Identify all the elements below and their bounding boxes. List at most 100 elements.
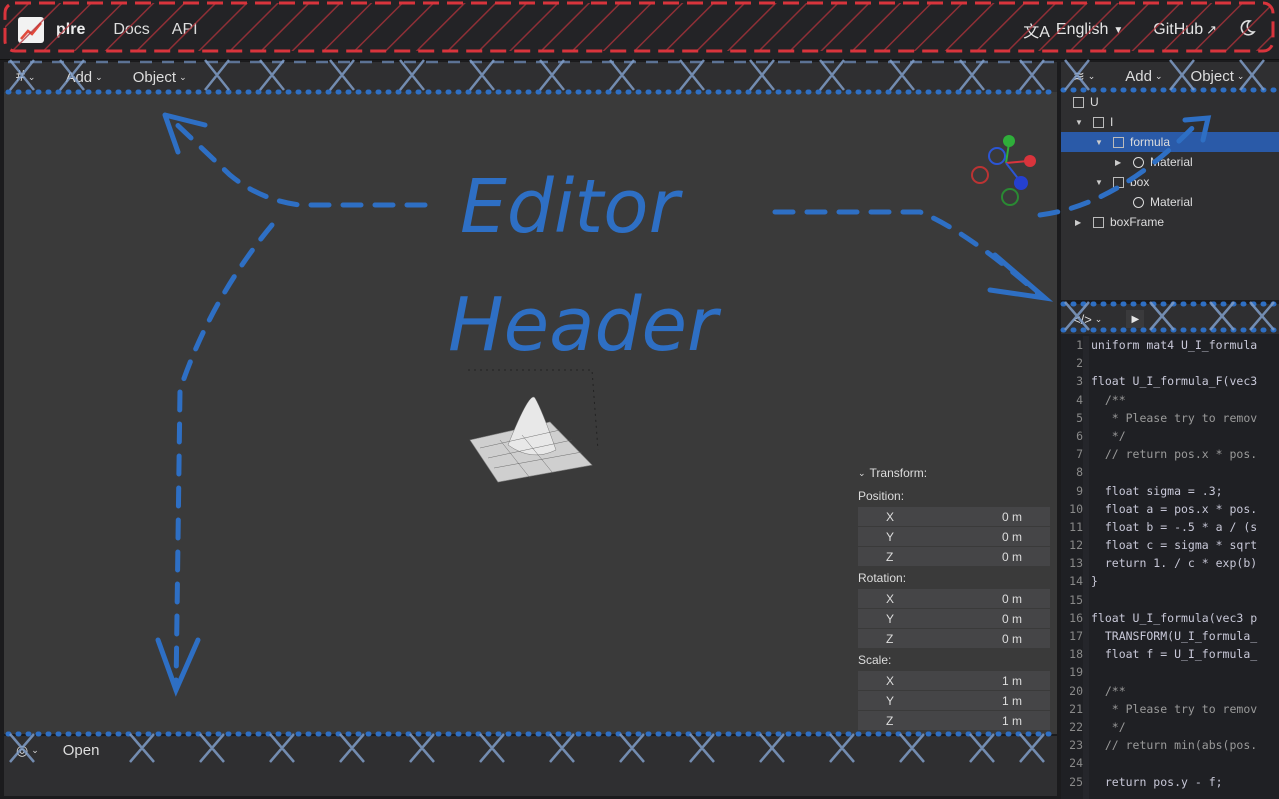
scale-label: Scale: [858,653,892,667]
code-line: 23 // return min(abs(pos. [1061,736,1279,754]
tree-item-label: U [1090,95,1099,109]
object-menu[interactable]: Object ⌄ [133,69,187,86]
language-selector[interactable]: 文A English ▼ [1023,18,1123,42]
position-x-field[interactable]: X 0 m [858,507,1050,526]
add-menu[interactable]: Add ⌄ [65,69,102,86]
rotation-z-field[interactable]: Z 0 m [858,629,1050,648]
chevron-down-icon[interactable]: ▼ [1075,118,1085,127]
logo-icon[interactable] [18,16,44,43]
code-text: TRANSFORM(U_I_formula_ [1091,629,1258,643]
nav-api-link[interactable]: API [172,21,198,39]
code-text: float a = pos.x * pos. [1091,501,1258,516]
line-number: 7 [1076,447,1083,462]
axis-label: Y [886,693,895,708]
chevron-right-icon[interactable]: ▶ [1075,218,1085,227]
editor-type-selector[interactable]: ≋ ⌄ [1073,68,1095,85]
object-icon [1113,176,1124,188]
position-y-field[interactable]: Y 0 m [858,527,1050,546]
tree-item[interactable]: ▼ I [1061,112,1279,132]
chevron-right-icon[interactable]: ▶ [1115,158,1125,167]
tree-item-label: I [1110,115,1114,129]
code-line: 12 float c = sigma * sqrt [1061,536,1279,554]
field-value: 0 m [1001,631,1022,646]
dark-mode-toggle[interactable] [1237,18,1257,43]
scale-x-field[interactable]: X 1 m [858,671,1050,690]
editor-type-selector[interactable]: ◎ ⌄ [16,742,39,759]
position-z-field[interactable]: Z 0 m [858,547,1050,566]
tree-item[interactable]: ▼ formula [1061,132,1279,152]
axis-label: X [886,509,895,524]
axis-label: Z [886,631,894,646]
play-icon: ▶ [1131,313,1140,325]
tree-item[interactable]: ▼ box [1061,172,1279,192]
chevron-down-icon: ⌄ [179,71,187,82]
chevron-down-icon[interactable]: ▼ [1095,178,1105,187]
code-editor[interactable]: 1 uniform mat4 U_I_formula 2 3 float U_I_for… [1061,336,1279,799]
line-number: 18 [1069,647,1083,662]
field-value: 1 m [1001,673,1022,688]
chevron-down-icon: ▼ [1113,24,1124,36]
run-button[interactable]: ▶ [1126,310,1145,328]
github-link[interactable]: GitHub ↗ [1153,21,1217,39]
tree-item-label: box [1130,175,1150,189]
bottom-editor-header: ◎ ⌄ Open [4,736,1057,764]
rotation-y-field[interactable]: Y 0 m [858,609,1050,628]
tree-item[interactable]: ▶ Material [1061,152,1279,172]
orientation-gizmo[interactable] [968,133,1040,211]
scale-y-field[interactable]: Y 1 m [858,691,1050,710]
axis-label: X [886,673,895,688]
line-number: 22 [1069,719,1083,734]
brand-name[interactable]: plre [56,21,85,39]
tree-item[interactable]: Material [1061,192,1279,212]
code-text: // return pos.x * pos. [1091,447,1258,462]
line-number: 24 [1069,756,1083,771]
add-menu-label: Add [1125,67,1152,85]
code-text: */ [1091,719,1126,734]
github-label: GitHub [1153,21,1204,38]
field-value: 1 m [1001,713,1022,728]
transform-title[interactable]: ⌄ Transform: [854,462,1054,484]
code-line: 16 float U_I_formula(vec3 p [1061,609,1279,627]
rotation-label: Rotation: [858,571,907,585]
outliner-add-menu[interactable]: Add ⌄ [1125,68,1162,85]
line-number: 25 [1069,774,1083,789]
line-number: 14 [1069,574,1083,589]
scale-z-field[interactable]: Z 1 m [858,711,1050,730]
object-icon [1093,216,1104,228]
axis-label: Y [886,529,895,544]
chevron-down-icon: ⌄ [27,71,36,82]
chevron-down-icon: ⌄ [1154,70,1163,81]
outliner-tree: U ▼ I ▼ formula ▶ Material ▼ box Material ▶ b… [1061,92,1279,232]
outliner-object-menu[interactable]: Object ⌄ [1191,68,1245,85]
code-text: /** [1091,683,1126,698]
code-text: float f = U_I_formula_ [1091,647,1258,662]
material-icon [1133,196,1144,208]
open-button[interactable]: Open [63,742,100,759]
chevron-down-icon: ⌄ [1087,70,1096,81]
code-line: 5 * Please try to remov [1061,409,1279,427]
line-number: 19 [1069,665,1083,680]
axis-label: Z [886,713,894,728]
rotation-x-field[interactable]: X 0 m [858,589,1050,608]
nav-docs-link[interactable]: Docs [113,21,149,39]
line-number: 12 [1069,538,1083,553]
field-value: 0 m [1001,549,1022,564]
object-icon [1093,116,1104,128]
editor-type-selector[interactable]: </> ⌄ [1073,312,1102,327]
line-number: 8 [1076,465,1083,480]
code-line: 21 * Please try to remov [1061,700,1279,718]
chevron-down-icon[interactable]: ▼ [1095,138,1105,147]
moon-icon [1240,19,1256,36]
3d-mesh[interactable] [460,360,610,490]
code-text: return pos.y - f; [1091,774,1223,789]
code-text: float U_I_formula_F(vec3 [1091,374,1258,389]
field-value: 0 m [1001,509,1022,524]
code-text: /** [1091,392,1126,407]
editor-type-selector[interactable]: # ⌄ [16,68,35,86]
tree-item[interactable]: ▶ boxFrame [1061,212,1279,232]
object-icon [1113,136,1124,148]
tree-item-label: formula [1130,135,1171,149]
chevron-down-icon: ⌄ [95,71,103,82]
chevron-down-icon: ⌄ [1094,313,1103,324]
tree-item[interactable]: U [1061,92,1279,112]
